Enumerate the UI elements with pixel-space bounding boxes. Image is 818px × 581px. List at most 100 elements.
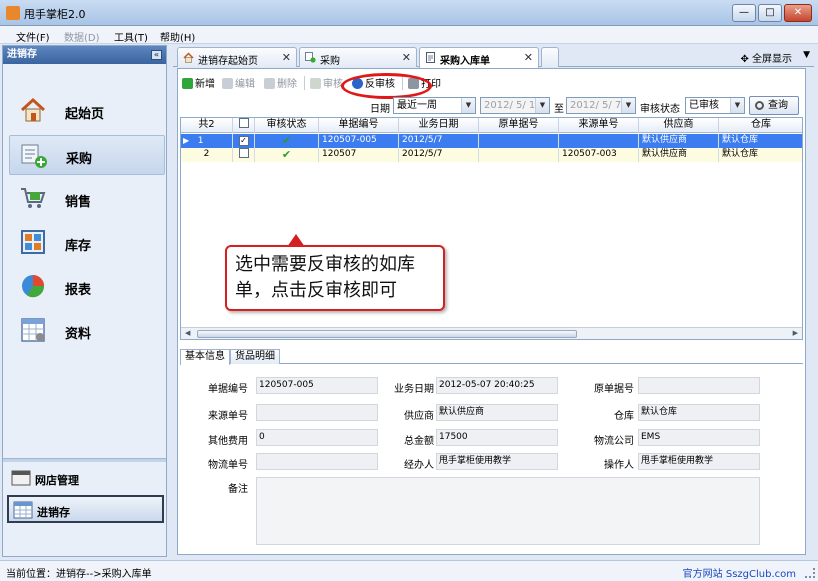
src-no-field[interactable] [256, 404, 378, 421]
date-to-field[interactable]: 2012/ 5/ 7 ▼ [566, 97, 636, 114]
sidebar-section-label: 进销存 [37, 506, 70, 519]
column-header[interactable]: 原单据号 [479, 118, 559, 133]
sidebar-item-inventory[interactable]: 库存 [9, 223, 165, 263]
handler-label: 经办人 [404, 460, 434, 471]
search-icon [755, 101, 764, 110]
fullscreen-icon: ✥ [740, 54, 752, 65]
doc-no-field[interactable]: 120507-005 [256, 377, 378, 394]
handler-field[interactable]: 甩手掌柜使用教学 [436, 453, 558, 470]
orig-no-cell [479, 148, 559, 162]
official-site-link[interactable]: 官方网站 SszgClub.com [683, 565, 796, 580]
supplier-label: 供应商 [404, 411, 434, 422]
column-header[interactable]: 业务日期 [399, 118, 479, 133]
sidebar-item-sales[interactable]: 销售 [9, 179, 165, 219]
sidebar-item-label: 起始页 [65, 107, 105, 122]
scrollbar-thumb[interactable] [197, 330, 577, 338]
table-row[interactable]: ▶ 1 ✓ ✔ 120507-005 2012/5/7 默认供应商 默认仓库 [181, 134, 802, 148]
delete-button[interactable]: 删除 [264, 75, 297, 91]
tab-purchase[interactable]: 采购 ✕ [299, 47, 417, 67]
add-icon [182, 78, 193, 89]
menu-file[interactable]: 文件(F) [16, 29, 50, 44]
sidebar-item-purchase[interactable]: 采购 [9, 135, 165, 175]
orig-no-field[interactable] [638, 377, 760, 394]
row-index: 2 [181, 148, 233, 162]
shop-icon [11, 470, 31, 486]
column-header[interactable]: 来源单号 [559, 118, 639, 133]
sidebar-item-reports[interactable]: 报表 [9, 267, 165, 307]
maximize-button[interactable]: □ [758, 4, 782, 22]
warehouse-field[interactable]: 默认仓库 [638, 404, 760, 421]
menu-data[interactable]: 数据(D) [64, 29, 100, 44]
sidebar-item-label: 销售 [65, 195, 92, 210]
tab-new[interactable] [541, 47, 559, 67]
tab-basic-info[interactable]: 基本信息 [180, 349, 230, 365]
logistics-label: 物流公司 [594, 436, 634, 447]
src-no-cell [559, 134, 639, 148]
sidebar-item-home[interactable]: 起始页 [9, 91, 165, 131]
sidebar-item-data[interactable]: 资料 [9, 311, 165, 351]
scroll-right-icon[interactable]: ▶ [793, 329, 798, 337]
menu-tools[interactable]: 工具(T) [114, 29, 148, 44]
supplier-field[interactable]: 默认供应商 [436, 404, 558, 421]
column-header[interactable]: 审核状态 [255, 118, 319, 133]
check-icon [310, 78, 321, 89]
query-button[interactable]: 查询 [749, 96, 799, 115]
select-all-checkbox[interactable] [238, 118, 249, 128]
tab-purchase-receipt[interactable]: 采购入库单 ✕ [419, 47, 539, 68]
biz-date-field[interactable]: 2012-05-07 20:40:25 [436, 377, 558, 394]
cart-icon [21, 188, 46, 208]
collapse-icon[interactable]: « [151, 50, 162, 60]
column-header[interactable]: 单据编号 [319, 118, 399, 133]
row-checkbox[interactable]: ✓ [238, 136, 249, 146]
operator-field[interactable]: 甩手掌柜使用教学 [638, 453, 760, 470]
horizontal-scrollbar[interactable]: ◀ ▶ [181, 327, 802, 339]
table-row[interactable]: 2 ✔ 120507 2012/5/7 120507-003 默认供应商 默认仓… [181, 148, 802, 162]
total-field[interactable]: 17500 [436, 429, 558, 446]
date-from-field[interactable]: 2012/ 5/ 1 ▼ [480, 97, 550, 114]
minimize-button[interactable]: — [732, 4, 756, 22]
tab-list-dropdown-icon[interactable]: ▼ [803, 50, 810, 60]
scroll-left-icon[interactable]: ◀ [185, 329, 190, 337]
sidebar-item-label: 报表 [65, 283, 92, 298]
content-panel: 新增 编辑 删除 审核 反审核 打印 日期 最近一周 ▼ 2012/ 5/ 1 ▼ … [177, 68, 806, 555]
date-label: 日期 [370, 104, 390, 115]
date-cell: 2012/5/7 [399, 134, 479, 148]
warehouse-label: 仓库 [614, 411, 634, 422]
title-bar: 甩手掌柜2.0 — □ ✕ [0, 0, 818, 26]
column-header[interactable]: 供应商 [639, 118, 719, 133]
logistics-field[interactable]: EMS [638, 429, 760, 446]
close-icon[interactable]: ✕ [524, 51, 533, 64]
resize-grip[interactable] [805, 568, 815, 578]
status-select[interactable]: 已审核 ▼ [685, 97, 745, 114]
approve-button[interactable]: 审核 [310, 75, 343, 91]
date-range-select[interactable]: 最近一周 ▼ [393, 97, 476, 114]
row-checkbox[interactable] [238, 148, 249, 158]
fullscreen-button[interactable]: ✥ 全屏显示 [740, 50, 792, 65]
close-window-button[interactable]: ✕ [784, 4, 812, 22]
column-header[interactable]: 仓库 [719, 118, 802, 133]
chevron-down-icon: ▼ [730, 98, 744, 113]
sidebar-section-inventory[interactable]: 进销存 [7, 495, 164, 523]
select-all-header[interactable] [233, 118, 255, 133]
tab-start-page[interactable]: 进销存起始页 ✕ [177, 47, 297, 67]
sidebar-section-shop[interactable]: 网店管理 [7, 465, 164, 493]
close-icon[interactable]: ✕ [402, 51, 411, 64]
date-cell: 2012/5/7 [399, 148, 479, 162]
purchase-icon [305, 52, 316, 63]
instruction-callout: 选中需要反审核的如库单，点击反审核即可 [225, 234, 445, 311]
tab-item-details[interactable]: 货品明细 [230, 349, 280, 364]
operator-label: 操作人 [604, 460, 634, 471]
tracking-field[interactable] [256, 453, 378, 470]
menu-help[interactable]: 帮助(H) [160, 29, 195, 44]
new-button[interactable]: 新增 [182, 75, 215, 91]
edit-button[interactable]: 编辑 [222, 75, 255, 91]
remark-field[interactable] [256, 477, 760, 545]
sidebar-splitter[interactable] [3, 458, 166, 462]
detail-tab-bar: 基本信息 货品明细 [180, 347, 803, 365]
other-fee-field[interactable]: 0 [256, 429, 378, 446]
orig-no-cell [479, 134, 559, 148]
close-icon[interactable]: ✕ [282, 51, 291, 64]
other-fee-label: 其他费用 [208, 436, 248, 447]
chevron-down-icon: ▼ [461, 98, 475, 113]
filter-bar: 日期 最近一周 ▼ 2012/ 5/ 1 ▼ 至 2012/ 5/ 7 ▼ 审核状态 … [178, 95, 805, 115]
